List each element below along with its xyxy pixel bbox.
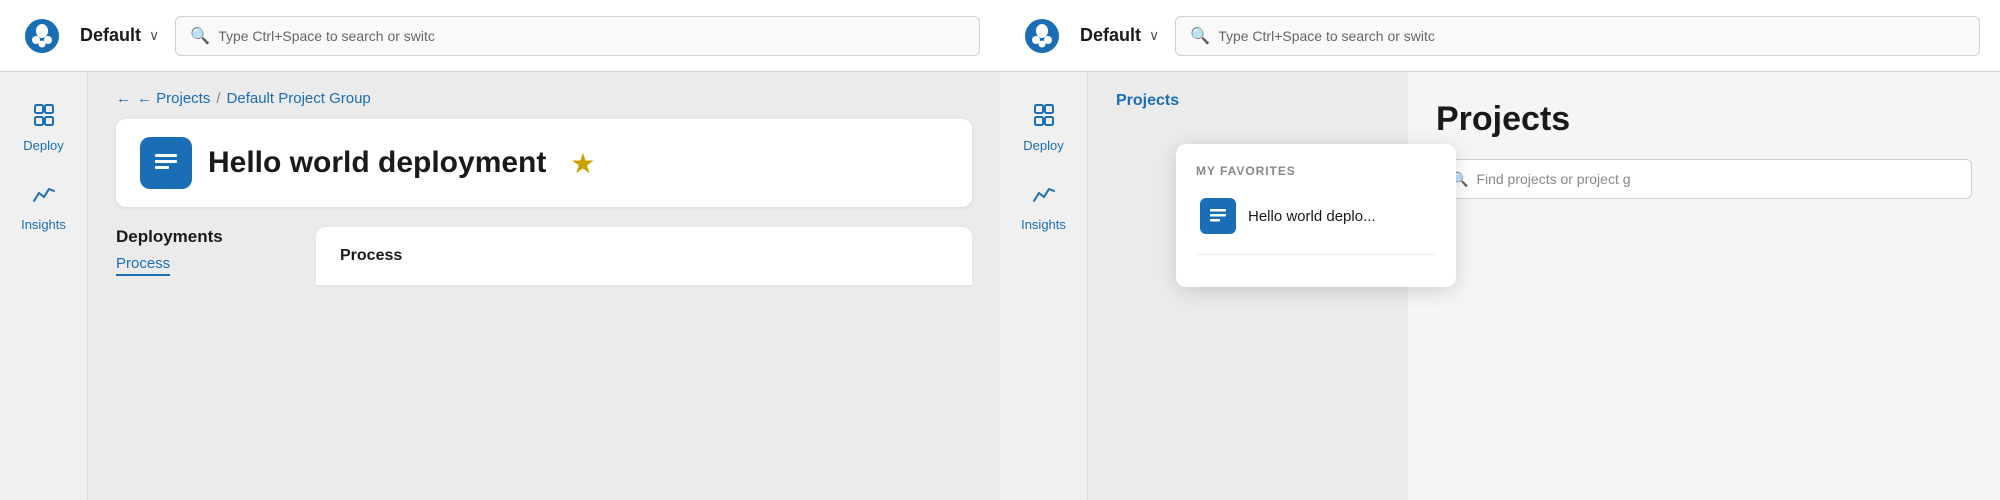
search-icon-right: 🔍 — [1190, 26, 1210, 46]
process-tab[interactable]: Process — [116, 255, 170, 276]
sidebar-item-insights-right[interactable]: Insights — [1004, 171, 1084, 242]
projects-main-right: Projects 🔍 Find projects or project g — [1408, 72, 2000, 500]
project-card-title-left: Hello world deployment — [208, 146, 546, 180]
content-right: Projects MY FAVORITES Hello world deplo.… — [1088, 72, 2000, 500]
sidebar-label-deploy-right: Deploy — [1023, 138, 1063, 153]
sidebar-label-insights-right: Insights — [1021, 217, 1066, 232]
sidebar-item-insights-left[interactable]: Insights — [4, 171, 84, 242]
sidebar-item-deploy-left[interactable]: Deploy — [4, 92, 84, 163]
search-icon-left: 🔍 — [190, 26, 210, 46]
insights-icon-right — [1031, 181, 1057, 213]
deploy-icon-right — [1031, 102, 1057, 134]
sidebar-label-insights-left: Insights — [21, 217, 66, 232]
sidebar-right: Deploy Insights — [1000, 72, 1088, 500]
favorites-section-title: MY FAVORITES — [1196, 164, 1436, 178]
star-icon-left[interactable]: ★ — [570, 147, 595, 180]
dropdown-item-label: Hello world deplo... — [1248, 208, 1376, 225]
back-arrow-icon: ← — [116, 90, 131, 107]
breadcrumb-back-left[interactable]: ← ← Projects — [116, 90, 210, 107]
logo-icon-right — [1020, 14, 1064, 58]
sidebar-label-deploy-left: Deploy — [23, 138, 63, 153]
chevron-down-icon: ∨ — [149, 27, 159, 44]
workspace-name-left: Default — [80, 25, 141, 46]
workspace-selector-right[interactable]: Default ∨ — [1080, 25, 1159, 46]
section-left-left: Deployments Process — [116, 227, 316, 285]
sidebar-left: Deploy Insights — [0, 72, 88, 500]
find-projects-bar[interactable]: 🔍 Find projects or project g — [1436, 159, 1972, 199]
breadcrumb-left: ← ← Projects / Default Project Group — [88, 72, 1000, 119]
topbar-right: Default ∨ 🔍 Type Ctrl+Space to search or… — [1000, 0, 2000, 72]
panel-left: Default ∨ 🔍 Type Ctrl+Space to search or… — [0, 0, 1000, 500]
dropdown-divider — [1196, 254, 1436, 255]
topbar-left: Default ∨ 🔍 Type Ctrl+Space to search or… — [0, 0, 1000, 72]
logo-icon — [20, 14, 64, 58]
search-bar-right[interactable]: 🔍 Type Ctrl+Space to search or switc — [1175, 16, 1980, 56]
sidebar-item-deploy-right[interactable]: Deploy — [1004, 92, 1084, 163]
sections-row-left: Deployments Process Process — [88, 227, 1000, 285]
content-left: ← ← Projects / Default Project Group Hel… — [88, 72, 1000, 500]
search-bar-left[interactable]: 🔍 Type Ctrl+Space to search or switc — [175, 16, 980, 56]
search-placeholder-left: Type Ctrl+Space to search or switc — [218, 28, 435, 44]
section-right-left: Process — [316, 227, 972, 285]
main-area-right: Deploy Insights Projects MY FAVORITES — [1000, 72, 2000, 500]
main-area-left: Deploy Insights ← ← Projects / Def — [0, 72, 1000, 500]
dropdown-item-hello-world[interactable]: Hello world deplo... — [1196, 190, 1436, 242]
search-placeholder-right: Type Ctrl+Space to search or switc — [1218, 28, 1435, 44]
workspace-name-right: Default — [1080, 25, 1141, 46]
breadcrumb-back-label: ← Projects — [137, 90, 210, 107]
projects-link: Projects — [1116, 92, 1179, 109]
chevron-down-icon-right: ∨ — [1149, 27, 1159, 44]
dropdown-item-icon — [1200, 198, 1236, 234]
workspace-selector-left[interactable]: Default ∨ — [80, 25, 159, 46]
deploy-icon-left — [31, 102, 57, 134]
panel-right: Default ∨ 🔍 Type Ctrl+Space to search or… — [1000, 0, 2000, 500]
insights-icon-left — [31, 181, 57, 213]
projects-title: Projects — [1436, 100, 1972, 139]
deployments-title: Deployments — [116, 227, 316, 247]
favorites-dropdown: MY FAVORITES Hello world deplo... — [1176, 144, 1456, 287]
project-card-icon-left — [140, 137, 192, 189]
process-title: Process — [340, 247, 948, 265]
breadcrumb-current-left: Default Project Group — [227, 90, 371, 107]
breadcrumb-separator: / — [216, 90, 220, 107]
project-card-left[interactable]: Hello world deployment ★ — [116, 119, 972, 207]
find-projects-placeholder: Find projects or project g — [1476, 171, 1630, 187]
